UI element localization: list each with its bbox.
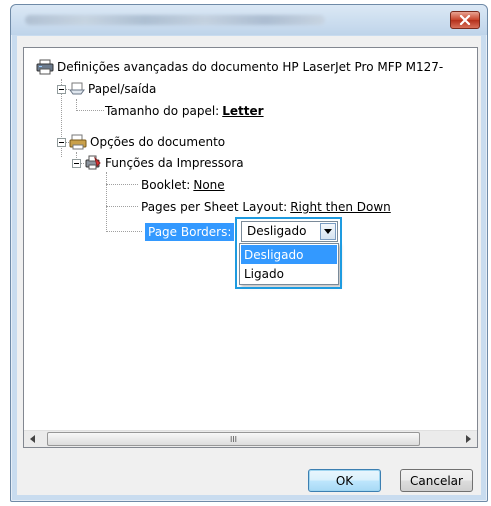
page-borders-label: Page Borders: (148, 225, 232, 239)
tree-item-page-borders[interactable]: Page Borders: (145, 223, 235, 241)
ok-button-label: OK (335, 473, 354, 488)
paper-tray-icon (69, 82, 85, 95)
tree-connector (106, 206, 138, 207)
tree-item-paper-size[interactable]: Tamanho do papel: Letter (105, 101, 264, 121)
expander-paper-output[interactable] (57, 85, 66, 94)
tree-item-paper-output-label: Papel/saída (88, 82, 157, 96)
booklet-label: Booklet: (141, 178, 191, 192)
expander-printer-features[interactable] (72, 159, 81, 168)
tree-item-booklet[interactable]: Booklet: None (141, 175, 225, 195)
advanced-options-dialog: Definições avançadas do documento HP Las… (10, 4, 488, 502)
paper-size-label: Tamanho do papel: (105, 104, 220, 118)
expander-document-options[interactable] (57, 138, 66, 147)
printer-icon (36, 59, 54, 75)
tree-connector (106, 231, 142, 232)
arrow-left-icon (30, 435, 35, 443)
tree-connector (106, 172, 107, 232)
booklet-value[interactable]: None (193, 178, 224, 192)
paper-size-value[interactable]: Letter (222, 104, 263, 118)
tree-item-document-options[interactable]: Opções do documento (69, 132, 225, 152)
pages-per-sheet-layout-label: Pages per Sheet Layout: (141, 200, 288, 214)
close-button[interactable] (450, 11, 480, 29)
window-title (25, 15, 325, 25)
tree-connector (106, 184, 138, 185)
printer-features-icon (85, 155, 101, 170)
tree-item-pages-per-sheet-layout[interactable]: Pages per Sheet Layout: Right then Down (141, 197, 391, 217)
callout-highlight-box (235, 217, 342, 289)
tree-item-document-options-label: Opções do documento (90, 135, 226, 149)
cancel-button-label: Cancelar (410, 473, 463, 488)
ok-button[interactable]: OK (308, 469, 381, 492)
tree-item-root-label: Definições avançadas do documento HP Las… (57, 60, 444, 74)
tree-item-root[interactable]: Definições avançadas do documento HP Las… (36, 57, 443, 77)
arrow-right-icon (466, 435, 471, 443)
scrollbar-thumb[interactable]: III (47, 432, 420, 446)
scroll-left-button[interactable] (24, 431, 41, 447)
tree-item-paper-output[interactable]: Papel/saída (69, 79, 156, 99)
document-options-icon (69, 134, 87, 150)
settings-tree[interactable]: Definições avançadas do documento HP Las… (23, 47, 478, 448)
dialog-client-area: Definições avançadas do documento HP Las… (17, 36, 481, 495)
horizontal-scrollbar[interactable]: III (24, 430, 477, 447)
pages-per-sheet-layout-value[interactable]: Right then Down (290, 200, 391, 214)
scrollbar-thumb-grip: III (229, 434, 238, 444)
tree-item-printer-features-label: Funções da Impressora (105, 156, 244, 170)
close-icon (459, 15, 471, 25)
title-bar[interactable] (11, 5, 487, 35)
tree-connector (76, 110, 104, 111)
tree-item-printer-features[interactable]: Funções da Impressora (84, 153, 244, 173)
cancel-button[interactable]: Cancelar (400, 469, 473, 492)
scroll-right-button[interactable] (460, 431, 477, 447)
